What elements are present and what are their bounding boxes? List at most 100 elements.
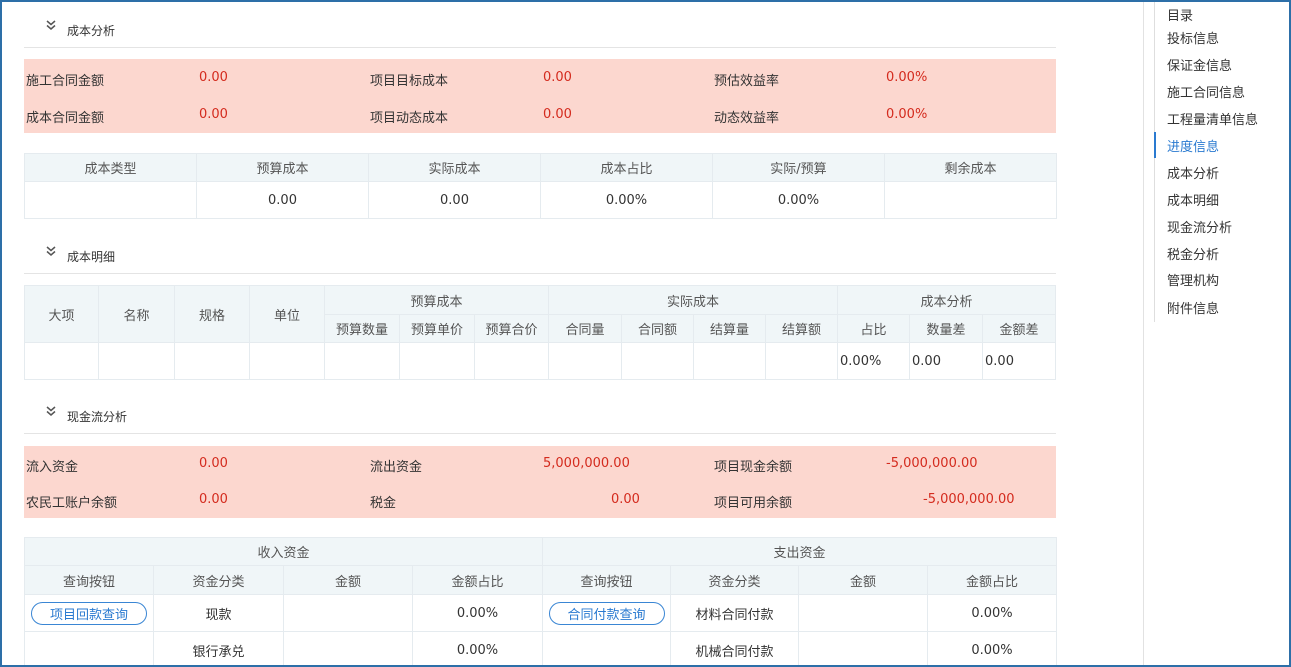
table-cell: 0.00	[909, 342, 984, 380]
table-cell	[693, 342, 766, 380]
column-header: 名称	[98, 285, 175, 343]
table-cell: 0.00%	[927, 631, 1058, 665]
table-cell: 现款	[153, 594, 284, 632]
table-cell	[474, 342, 549, 380]
table-cell	[24, 631, 154, 665]
chevron-double-down-icon[interactable]	[44, 18, 58, 32]
table-cell: 材料合同付款	[670, 594, 800, 632]
group-header: 成本分析	[837, 285, 1057, 315]
cash-summary-panel: 流入资金 0.00 流出资金 5,000,000.00 项目现金余额 -5,00…	[24, 446, 1056, 518]
table-cell	[24, 181, 197, 219]
column-header: 预算单价	[399, 314, 475, 343]
summary-label: 税金	[370, 496, 397, 511]
table-cell	[399, 342, 475, 380]
toc-item-tax-analysis[interactable]: 税金分析	[1167, 244, 1219, 263]
table-cell	[798, 631, 929, 665]
group-header: 实际成本	[547, 285, 839, 315]
summary-label: 农民工账户余额	[26, 496, 118, 511]
summary-value: 0.00%	[886, 70, 928, 85]
summary-label: 施工合同金额	[26, 74, 105, 89]
summary-value: 0.00	[199, 456, 228, 471]
column-header: 金额	[798, 565, 929, 595]
section-header-cost-detail[interactable]: 成本明细	[24, 228, 1056, 274]
table-cell	[884, 181, 1057, 219]
summary-label: 项目可用余额	[714, 496, 793, 511]
table-cell: 0.00%	[837, 342, 911, 380]
summary-label: 预估效益率	[714, 74, 780, 89]
column-header: 合同量	[548, 314, 622, 343]
column-header: 规格	[174, 285, 250, 343]
column-header: 占比	[837, 314, 911, 343]
summary-label: 成本合同金额	[26, 111, 105, 126]
column-header: 金额占比	[411, 565, 544, 595]
table-cell	[548, 342, 622, 380]
table-cell	[542, 631, 672, 665]
summary-value: 5,000,000.00	[543, 456, 630, 471]
table-cell	[249, 342, 325, 380]
expense-query-button[interactable]: 合同付款查询	[548, 601, 665, 625]
table-cell: 0.00	[196, 181, 369, 219]
summary-value: 0.00	[543, 107, 572, 122]
chevron-double-down-icon[interactable]	[44, 404, 58, 418]
column-header: 成本占比	[540, 153, 713, 182]
column-header: 单位	[249, 285, 325, 343]
toc-item-contract-info[interactable]: 施工合同信息	[1167, 82, 1245, 101]
group-header-income: 收入资金	[23, 537, 544, 566]
section-title: 成本分析	[67, 24, 116, 38]
column-header: 金额差	[982, 314, 1057, 343]
chevron-double-down-icon[interactable]	[44, 244, 58, 258]
toc-item-cost-analysis[interactable]: 成本分析	[1167, 163, 1219, 182]
table-cell: 项目回款查询	[24, 594, 154, 632]
toc-sidebar: 目录 投标信息 保证金信息 施工合同信息 工程量清单信息 进度信息 成本分析 成…	[1154, 2, 1284, 322]
column-header: 实际成本	[368, 153, 541, 182]
table-cell	[621, 342, 694, 380]
summary-label: 流入资金	[26, 460, 79, 475]
table-cell: 0.00%	[411, 631, 544, 665]
toc-item-progress-info[interactable]: 进度信息	[1167, 136, 1219, 155]
income-query-button[interactable]: 项目回款查询	[30, 601, 147, 625]
column-header: 剩余成本	[884, 153, 1057, 182]
column-header: 查询按钮	[24, 565, 154, 595]
toc-item-bid-info[interactable]: 投标信息	[1167, 28, 1219, 47]
toc-active-indicator	[1154, 132, 1156, 158]
table-cell	[283, 631, 413, 665]
section-header-cost-analysis[interactable]: 成本分析	[24, 2, 1056, 48]
group-header-expense: 支出资金	[542, 537, 1058, 566]
summary-label: 动态效益率	[714, 111, 780, 126]
summary-label: 流出资金	[370, 460, 423, 475]
cost-table: 成本类型 预算成本 实际成本 成本占比 实际/预算 剩余成本 0.00 0.00…	[24, 153, 1057, 219]
summary-value: 0.00	[199, 70, 228, 85]
section-title: 成本明细	[67, 250, 116, 264]
table-cell	[174, 342, 250, 380]
section-header-cash-flow[interactable]: 现金流分析	[24, 388, 1056, 434]
table-cell: 机械合同付款	[670, 631, 800, 665]
toc-item-bill-of-quantities[interactable]: 工程量清单信息	[1167, 109, 1258, 128]
table-row: 0.00% 0.00 0.00	[24, 342, 1057, 380]
table-cell: 0.00%	[540, 181, 713, 219]
column-header: 结算量	[693, 314, 766, 343]
table-cell: 银行承兑	[153, 631, 284, 665]
cost-detail-table: 大项 名称 规格 单位 预算成本 实际成本 成本分析 预算数量 预算单价 预算合…	[24, 285, 1057, 380]
table-cell	[324, 342, 400, 380]
toc-item-deposit-info[interactable]: 保证金信息	[1167, 55, 1232, 74]
column-header: 大项	[24, 285, 99, 343]
summary-label: 项目现金余额	[714, 460, 793, 475]
toc-item-attachments[interactable]: 附件信息	[1167, 298, 1219, 317]
summary-label: 项目动态成本	[370, 111, 449, 126]
table-cell	[283, 594, 413, 632]
toc-item-management[interactable]: 管理机构	[1167, 270, 1219, 289]
summary-value: 0.00	[199, 492, 228, 507]
column-header: 预算合价	[474, 314, 549, 343]
summary-value: 0.00%	[886, 107, 928, 122]
column-header: 预算数量	[324, 314, 400, 343]
toc-item-cost-detail[interactable]: 成本明细	[1167, 190, 1219, 209]
table-cell	[98, 342, 175, 380]
table-cell	[764, 342, 839, 380]
table-cell: 0.00	[982, 342, 1057, 380]
table-cell: 合同付款查询	[542, 594, 672, 632]
group-header: 预算成本	[324, 285, 549, 315]
table-row: 0.00 0.00 0.00% 0.00%	[24, 181, 1057, 219]
toc-item-cash-flow[interactable]: 现金流分析	[1167, 217, 1232, 236]
column-header: 金额	[283, 565, 413, 595]
column-header: 成本类型	[24, 153, 197, 182]
